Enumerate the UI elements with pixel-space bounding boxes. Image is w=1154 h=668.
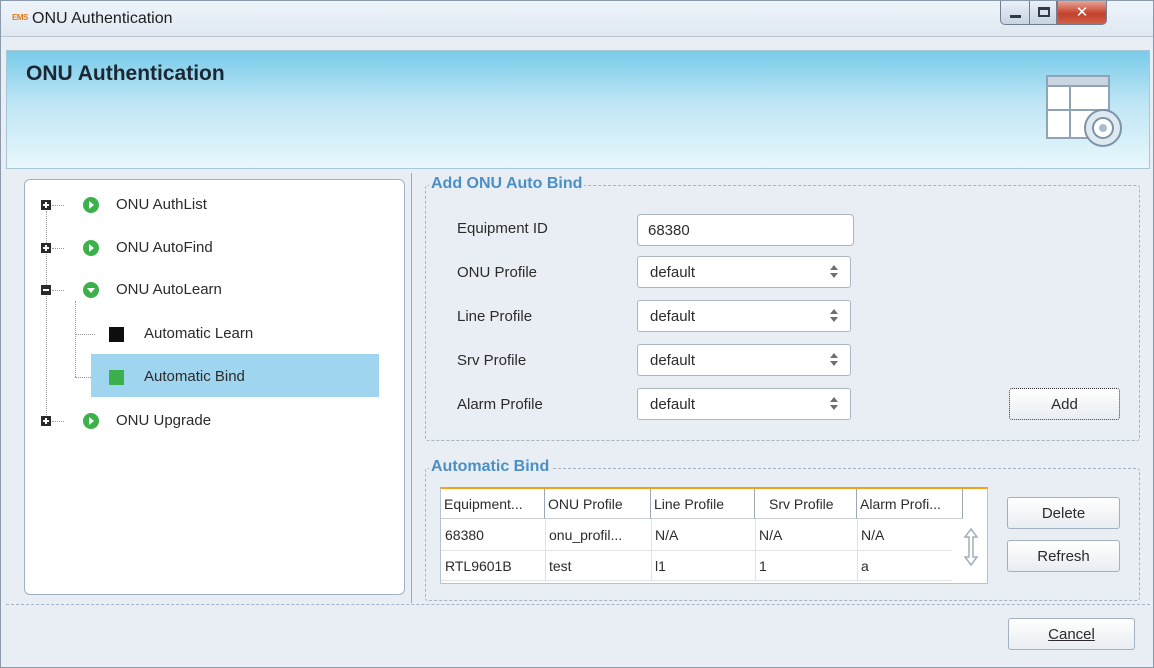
window-settings-icon	[1046, 75, 1122, 147]
title-bar[interactable]: EMS ONU Authentication ✕	[1, 1, 1153, 37]
column-header-line-profile[interactable]: Line Profile	[651, 489, 755, 519]
page-title: ONU Authentication	[26, 62, 225, 85]
table-cell[interactable]: test	[545, 551, 651, 581]
line-profile-label: Line Profile	[457, 308, 533, 325]
alarm-profile-select[interactable]: default	[637, 388, 851, 420]
tree-connector	[75, 301, 76, 377]
auto-bind-table: Equipment... ONU Profile Line Profile Sr…	[440, 487, 988, 584]
refresh-button[interactable]: Refresh	[1007, 540, 1120, 572]
tree-item-automatic-learn[interactable]: Automatic Learn	[91, 318, 351, 350]
onu-profile-value: default	[650, 264, 696, 281]
add-auto-bind-title: Add ONU Auto Bind	[429, 175, 585, 193]
black-square-icon	[109, 327, 124, 342]
onu-authentication-window: EMS ONU Authentication ✕ ONU Authenticat…	[0, 0, 1154, 668]
srv-profile-label: Srv Profile	[457, 352, 527, 369]
table-cell[interactable]: l1	[651, 551, 755, 581]
scroll-updown-icon[interactable]	[963, 527, 979, 567]
tree-item-automatic-bind[interactable]: Automatic Bind	[91, 361, 351, 393]
folder-open-icon	[83, 282, 99, 298]
equipment-id-input[interactable]	[637, 214, 854, 246]
automatic-bind-title: Automatic Bind	[429, 458, 552, 476]
table-cell[interactable]: N/A	[755, 520, 857, 550]
tree-item-onu-upgrade[interactable]: ONU Upgrade	[39, 405, 339, 437]
column-header-equipment[interactable]: Equipment...	[441, 489, 545, 519]
alarm-profile-label: Alarm Profile	[457, 396, 543, 413]
close-button[interactable]: ✕	[1057, 1, 1107, 25]
spinner-arrows-icon	[830, 352, 838, 368]
folder-play-icon	[83, 197, 99, 213]
tree-item-label: Automatic Bind	[144, 368, 245, 385]
table-cell[interactable]: RTL9601B	[441, 551, 545, 581]
minimize-button[interactable]	[1000, 1, 1030, 25]
spinner-arrows-icon	[830, 308, 838, 324]
collapse-minus-icon[interactable]	[41, 285, 51, 295]
tree-item-label: Automatic Learn	[144, 325, 254, 342]
column-header-alarm-profile[interactable]: Alarm Profi...	[857, 489, 963, 519]
line-profile-select[interactable]: default	[637, 300, 851, 332]
onu-profile-select[interactable]: default	[637, 256, 851, 288]
expand-plus-icon[interactable]	[41, 416, 51, 426]
expand-plus-icon[interactable]	[41, 243, 51, 253]
column-header-srv-profile[interactable]: Srv Profile	[755, 489, 857, 519]
tree-item-label: ONU Upgrade	[116, 412, 212, 429]
table-cell[interactable]: N/A	[857, 520, 963, 550]
alarm-profile-value: default	[650, 396, 696, 413]
tree-item-onu-autolearn[interactable]: ONU AutoLearn	[39, 274, 339, 306]
folder-play-icon	[83, 240, 99, 256]
cancel-button[interactable]: Cancel	[1008, 618, 1135, 650]
panel-divider	[411, 173, 412, 603]
header-banner: ONU Authentication	[6, 50, 1150, 169]
maximize-icon	[1038, 7, 1050, 17]
table-cell[interactable]: a	[857, 551, 963, 581]
table-cell[interactable]: 68380	[441, 520, 545, 550]
tree-item-onu-authlist[interactable]: ONU AuthList	[39, 189, 339, 221]
table-cell[interactable]: N/A	[651, 520, 755, 550]
green-square-icon	[109, 370, 124, 385]
table-cell[interactable]: 1	[755, 551, 857, 581]
delete-button[interactable]: Delete	[1007, 497, 1120, 529]
srv-profile-select[interactable]: default	[637, 344, 851, 376]
tree-item-label: ONU AutoLearn	[116, 281, 222, 298]
column-header-onu-profile[interactable]: ONU Profile	[545, 489, 651, 519]
app-logo-icon: EMS	[12, 13, 28, 22]
add-button[interactable]: Add	[1009, 388, 1120, 420]
tree-item-onu-autofind[interactable]: ONU AutoFind	[39, 232, 339, 264]
equipment-id-label: Equipment ID	[457, 220, 548, 237]
spinner-arrows-icon	[830, 264, 838, 280]
close-icon: ✕	[1075, 4, 1089, 21]
table-cell[interactable]: onu_profil...	[545, 520, 651, 550]
srv-profile-value: default	[650, 352, 696, 369]
onu-profile-label: ONU Profile	[457, 264, 538, 281]
maximize-button[interactable]	[1029, 1, 1057, 25]
footer-separator	[6, 604, 1150, 605]
window-title: ONU Authentication	[32, 10, 173, 27]
spinner-arrows-icon	[830, 396, 838, 412]
tree-item-label: ONU AuthList	[116, 196, 207, 213]
expand-plus-icon[interactable]	[41, 200, 51, 210]
line-profile-value: default	[650, 308, 696, 325]
minimize-icon	[1010, 15, 1021, 18]
folder-play-icon	[83, 413, 99, 429]
tree-item-label: ONU AutoFind	[116, 239, 213, 256]
